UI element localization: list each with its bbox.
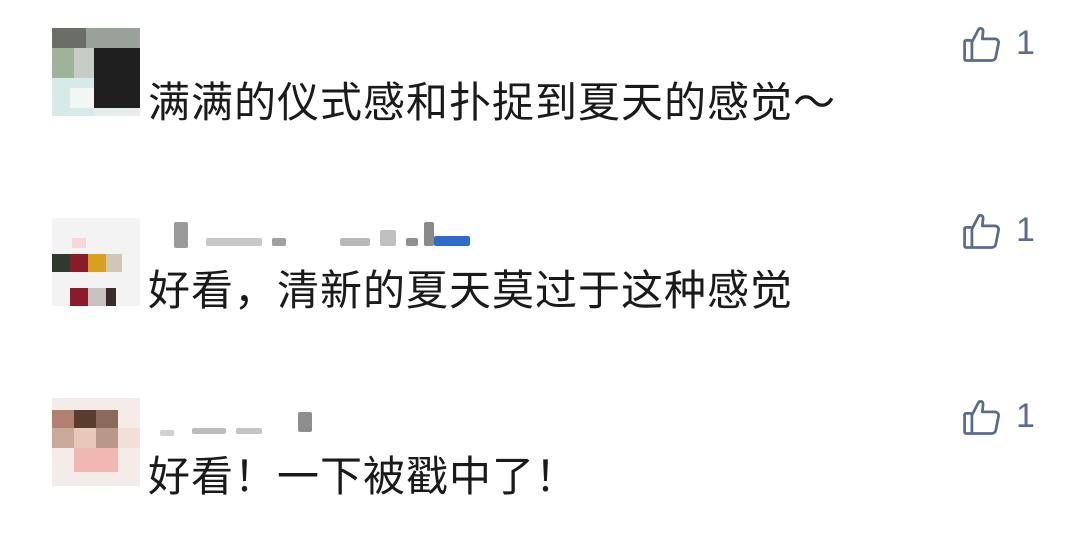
comment-list: 满满的仪式感和扑捉到夏天的感觉～ 1 好看，清新的夏天莫过于这种感觉 1 好看！… bbox=[0, 0, 1080, 538]
like-count: 1 bbox=[1016, 397, 1035, 435]
comment-item: 好看！一下被戳中了！ 1 bbox=[0, 0, 1080, 538]
username-blurred bbox=[148, 410, 328, 440]
comment-text: 好看！一下被戳中了！ bbox=[148, 452, 579, 501]
avatar[interactable] bbox=[52, 398, 140, 486]
like-button[interactable]: 1 bbox=[960, 393, 1050, 439]
thumbs-up-icon bbox=[963, 400, 1000, 435]
